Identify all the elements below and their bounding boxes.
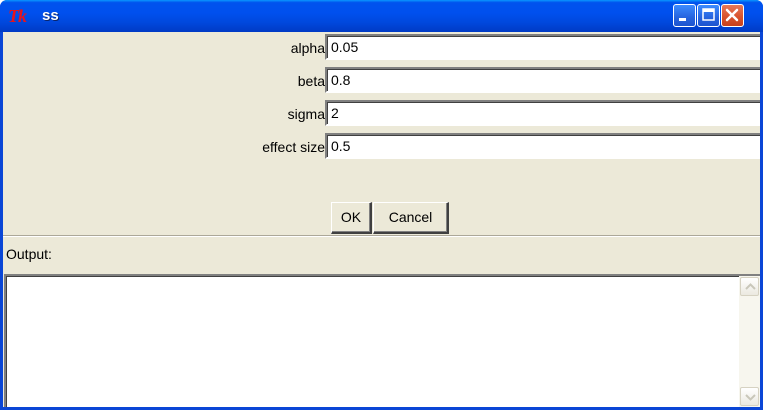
- scroll-down-button[interactable]: [740, 387, 759, 406]
- effect-size-input[interactable]: 0.5: [325, 133, 760, 159]
- cancel-button[interactable]: Cancel: [373, 202, 449, 234]
- window-frame-left: [0, 32, 3, 410]
- app-window: Tk ss alpha 0.05 beta 0.8 sigma 2 effect…: [0, 0, 763, 410]
- ok-button[interactable]: OK: [331, 202, 372, 234]
- arrow-down-icon: [745, 394, 756, 401]
- minimize-button[interactable]: [673, 4, 696, 27]
- field-row-alpha: alpha 0.05: [3, 32, 760, 62]
- maximize-icon: [702, 8, 715, 21]
- scroll-up-button[interactable]: [740, 277, 759, 296]
- field-row-sigma: sigma 2: [3, 98, 760, 128]
- alpha-input[interactable]: 0.05: [325, 34, 760, 60]
- maximize-button[interactable]: [697, 4, 720, 27]
- beta-label: beta: [297, 73, 325, 89]
- close-button[interactable]: [721, 4, 744, 27]
- title-bar[interactable]: Tk ss: [0, 0, 763, 32]
- arrow-up-icon: [745, 283, 756, 290]
- beta-input[interactable]: 0.8: [325, 67, 760, 93]
- tk-logo-icon: Tk: [8, 6, 27, 26]
- dialog-body: alpha 0.05 beta 0.8 sigma 2 effect size …: [3, 32, 760, 407]
- vertical-scrollbar[interactable]: [739, 276, 760, 407]
- window-title: ss: [42, 7, 59, 24]
- sigma-label: sigma: [287, 106, 325, 122]
- minimize-icon: [679, 18, 686, 21]
- field-row-effect-size: effect size 0.5: [3, 131, 760, 161]
- output-textarea[interactable]: [4, 274, 760, 407]
- close-icon: [725, 8, 739, 22]
- field-row-beta: beta 0.8: [3, 65, 760, 95]
- effect-size-label: effect size: [262, 139, 325, 155]
- separator: [3, 235, 760, 237]
- sigma-input[interactable]: 2: [325, 100, 760, 126]
- alpha-label: alpha: [290, 40, 325, 56]
- output-label: Output:: [6, 246, 52, 262]
